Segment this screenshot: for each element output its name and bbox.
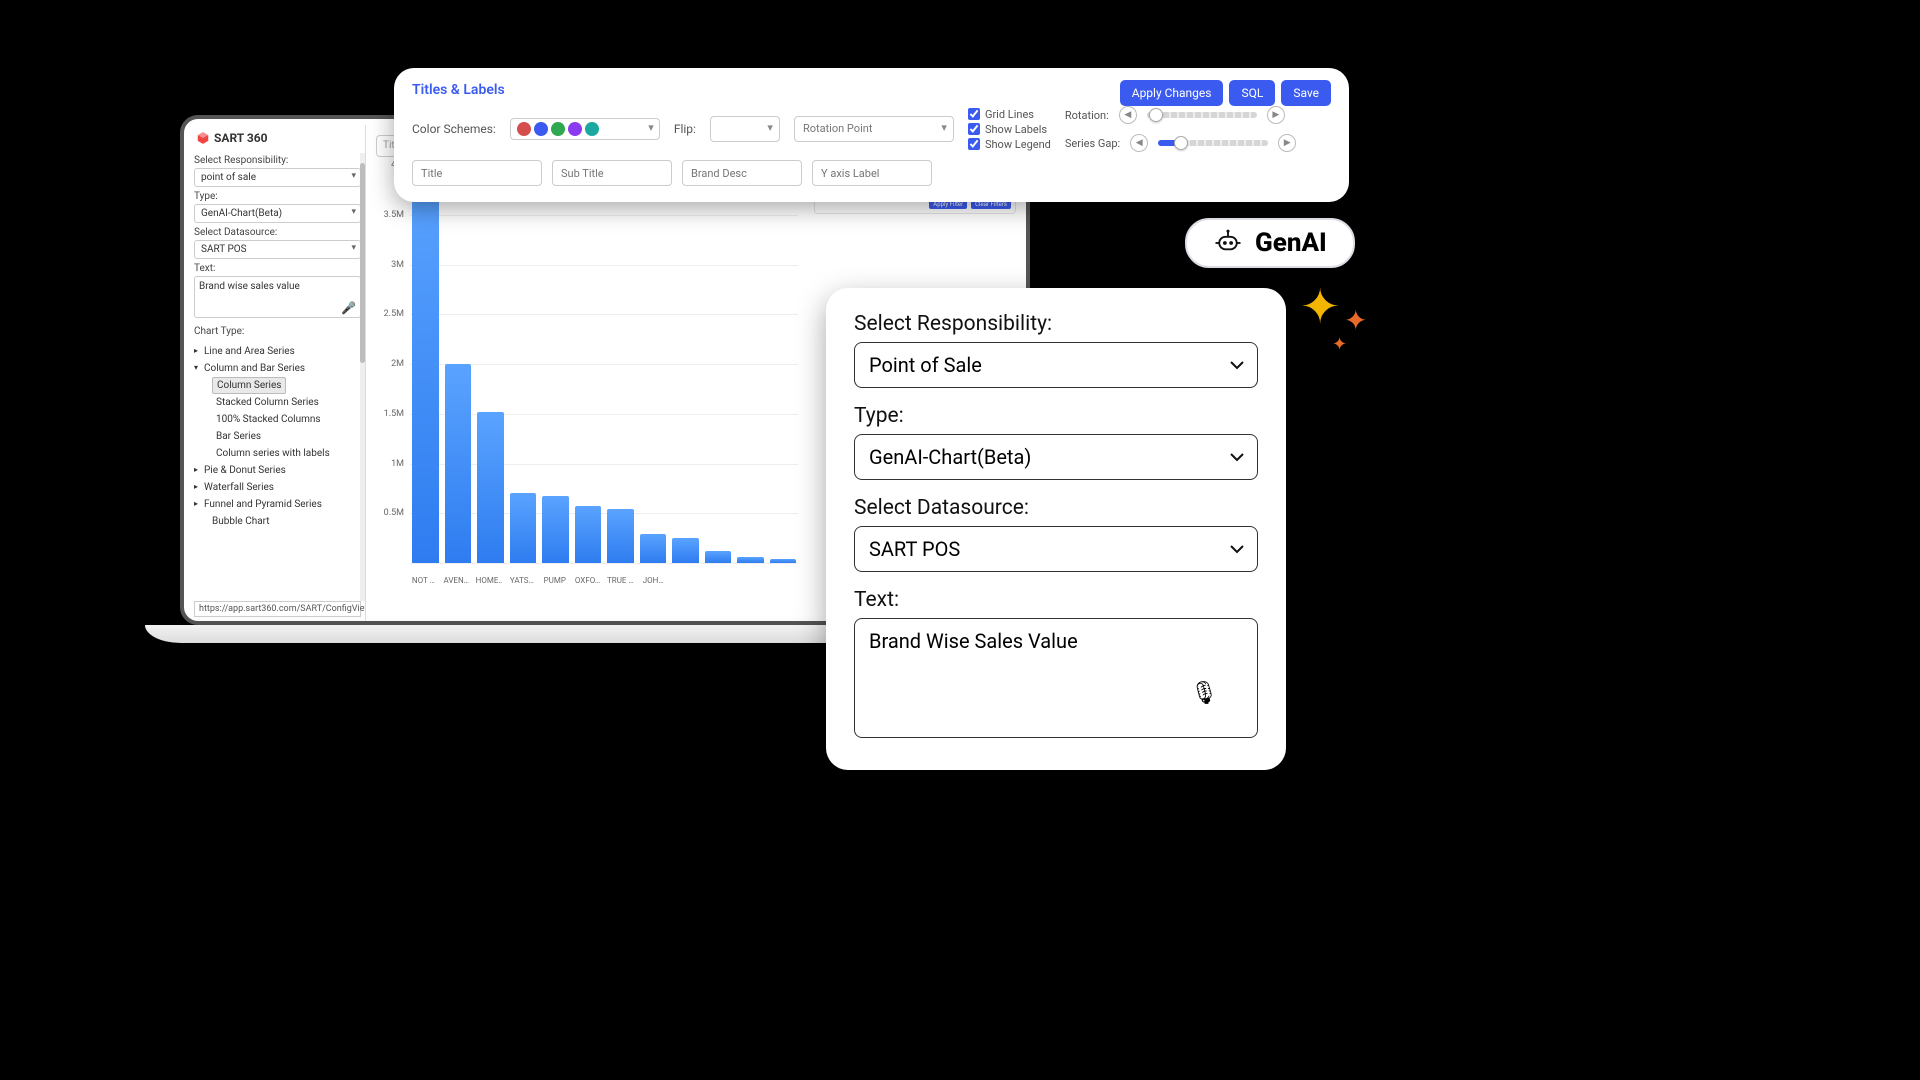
rotation-right-icon[interactable]: ▶	[1267, 106, 1285, 124]
tree-waterfall[interactable]: Waterfall Series	[194, 479, 361, 496]
card-text-input[interactable]	[854, 618, 1258, 738]
responsibility-label: Select Responsibility:	[194, 155, 361, 166]
bar[interactable]	[510, 493, 537, 563]
flip-select[interactable]	[710, 116, 780, 142]
rotation-label: Rotation:	[1065, 109, 1109, 122]
text-input-value: Brand wise sales value	[199, 281, 300, 292]
showlabels-checkbox[interactable]: Show Labels	[968, 123, 1051, 136]
tree-leaf-col-labels[interactable]: Column series with labels	[194, 445, 361, 462]
tree-leaf-bar-series[interactable]: Bar Series	[194, 428, 361, 445]
chart-area: 0.5M1M1.5M2M2.5M3M3.5M4M NOT …AVEN…HOME……	[376, 165, 802, 585]
y-axis: 0.5M1M1.5M2M2.5M3M3.5M4M	[376, 165, 406, 563]
type-label: Type:	[194, 191, 361, 202]
color-schemes-label: Color Schemes:	[412, 122, 496, 136]
tree-leaf-stacked-col[interactable]: Stacked Column Series	[194, 394, 361, 411]
genai-text: GenAI	[1255, 228, 1327, 258]
tree-bubble[interactable]: Bubble Chart	[194, 513, 361, 530]
chevron-down-icon	[1229, 357, 1245, 373]
brand-logo: SART 360	[194, 129, 361, 151]
status-bar: https://app.sart360.com/SART/ConfigViewD…	[194, 601, 361, 617]
tree-pie-donut[interactable]: Pie & Donut Series	[194, 462, 361, 479]
color-scheme-select[interactable]	[510, 118, 660, 140]
mic-icon[interactable]: 🎙	[1190, 681, 1218, 706]
card-ds-select[interactable]: SART POS	[854, 526, 1258, 572]
genai-badge: GenAI	[1185, 218, 1355, 268]
tree-leaf-column-series[interactable]: Column Series	[212, 377, 286, 394]
bar[interactable]	[477, 412, 504, 563]
brand-input[interactable]	[682, 160, 802, 186]
gridlines-checkbox[interactable]: Grid Lines	[968, 108, 1051, 121]
card-resp-label: Select Responsibility:	[854, 312, 1258, 336]
bar[interactable]	[542, 496, 569, 563]
bar[interactable]	[672, 538, 699, 563]
chevron-down-icon	[1229, 449, 1245, 465]
config-sidebar: SART 360 Select Responsibility: point of…	[190, 125, 366, 621]
seriesgap-right-icon[interactable]: ▶	[1278, 134, 1296, 152]
tree-leaf-100-stacked[interactable]: 100% Stacked Columns	[194, 411, 361, 428]
seriesgap-label: Series Gap:	[1065, 137, 1120, 150]
bar[interactable]	[705, 551, 732, 563]
rotation-slider[interactable]	[1147, 112, 1257, 118]
bar[interactable]	[445, 364, 472, 563]
tree-line-area[interactable]: Line and Area Series	[194, 343, 361, 360]
card-text-label: Text:	[854, 588, 1258, 612]
text-label: Text:	[194, 263, 361, 274]
apply-changes-button[interactable]: Apply Changes	[1120, 80, 1224, 106]
card-ds-label: Select Datasource:	[854, 496, 1258, 520]
card-type-label: Type:	[854, 404, 1258, 428]
sql-button[interactable]: SQL	[1229, 80, 1275, 106]
sidebar-scrollbar[interactable]	[360, 153, 365, 601]
datasource-select[interactable]: SART POS	[194, 240, 361, 259]
card-resp-select[interactable]: Point of Sale	[854, 342, 1258, 388]
title-input[interactable]	[412, 160, 542, 186]
bar[interactable]	[412, 175, 439, 563]
bar[interactable]	[575, 506, 602, 563]
robot-icon	[1213, 228, 1243, 258]
rotation-left-icon[interactable]: ◀	[1119, 106, 1137, 124]
bar[interactable]	[770, 559, 797, 563]
titles-labels-toolbar: Apply Changes SQL Save Titles & Labels C…	[394, 68, 1349, 202]
bar[interactable]	[640, 534, 667, 563]
text-input[interactable]: Brand wise sales value 🎤	[194, 276, 361, 318]
tree-funnel[interactable]: Funnel and Pyramid Series	[194, 496, 361, 513]
responsibility-select[interactable]: point of sale	[194, 168, 361, 187]
subtitle-input[interactable]	[552, 160, 672, 186]
chevron-down-icon	[1229, 541, 1245, 557]
genai-form-card: Select Responsibility: Point of Sale Typ…	[826, 288, 1286, 770]
card-type-select[interactable]: GenAI-Chart(Beta)	[854, 434, 1258, 480]
save-button[interactable]: Save	[1281, 80, 1331, 106]
plot-area	[410, 165, 798, 563]
bar[interactable]	[607, 509, 634, 563]
seriesgap-slider[interactable]	[1158, 140, 1268, 146]
bar[interactable]	[737, 557, 764, 563]
datasource-label: Select Datasource:	[194, 227, 361, 238]
x-axis: NOT …AVEN…HOME…YATS…PUMPOXFO…TRUE …JOH…	[410, 576, 798, 585]
tree-column-bar[interactable]: Column and Bar Series	[194, 360, 361, 377]
showlegend-checkbox[interactable]: Show Legend	[968, 138, 1051, 151]
seriesgap-left-icon[interactable]: ◀	[1130, 134, 1148, 152]
mic-icon[interactable]: 🎤	[341, 301, 356, 315]
yaxis-input[interactable]	[812, 160, 932, 186]
chart-type-tree: Line and Area Series Column and Bar Seri…	[194, 343, 361, 530]
cube-icon	[196, 131, 210, 145]
flip-label: Flip:	[674, 122, 696, 136]
rotation-point-select[interactable]: Rotation Point	[794, 116, 954, 142]
chart-type-label: Chart Type:	[194, 326, 361, 337]
type-select[interactable]: GenAI-Chart(Beta)	[194, 204, 361, 223]
